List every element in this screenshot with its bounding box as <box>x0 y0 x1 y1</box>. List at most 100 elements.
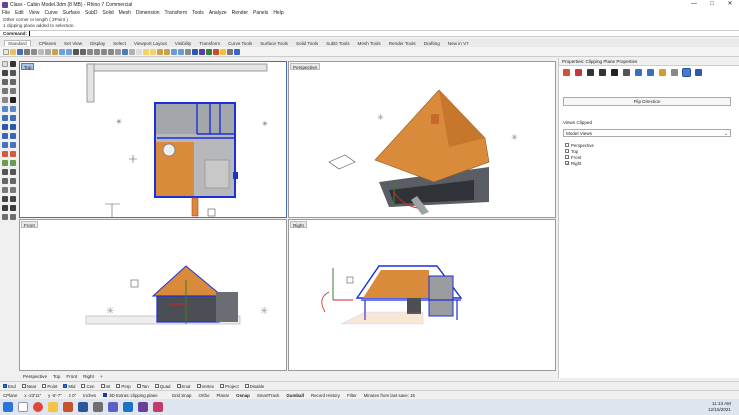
viewport-label-right[interactable]: Right <box>290 221 307 228</box>
offset-tool-icon[interactable] <box>10 106 16 112</box>
osnap-point[interactable]: Point <box>42 384 57 389</box>
rotate-view-icon[interactable] <box>80 48 86 55</box>
undo-icon[interactable] <box>59 48 65 55</box>
zoom-extents-icon[interactable] <box>101 48 107 55</box>
lock-icon[interactable] <box>157 48 163 55</box>
osnap-perp[interactable]: Perp <box>116 384 131 389</box>
osnap-tan[interactable]: Tan <box>136 384 149 389</box>
material-icon[interactable] <box>213 48 219 55</box>
boolean-union-icon[interactable] <box>2 151 8 157</box>
mesh-tool-icon[interactable] <box>2 160 8 166</box>
tab-render-tools[interactable]: Render Tools <box>389 41 416 46</box>
units-indicator[interactable]: Inches <box>83 393 96 398</box>
osnap-quad[interactable]: Quad <box>154 384 171 389</box>
analyze-tool-icon[interactable] <box>10 214 16 220</box>
menu-help[interactable]: Help <box>273 10 283 16</box>
clipping-plane-properties-icon[interactable] <box>682 68 691 77</box>
tab-solid-tools[interactable]: Solid Tools <box>296 41 318 46</box>
command-line[interactable]: Command: <box>0 30 739 37</box>
rhino-taskbar-icon-2[interactable] <box>153 402 163 412</box>
osnap-project[interactable]: Project <box>220 384 239 389</box>
four-view-icon[interactable] <box>122 48 128 55</box>
viewport-label-perspective[interactable]: Perspective <box>290 63 321 70</box>
chrome-icon[interactable] <box>33 402 43 412</box>
rhino-taskbar-icon[interactable] <box>138 402 148 412</box>
teams-icon[interactable] <box>108 402 118 412</box>
zoom-icon[interactable] <box>87 48 93 55</box>
wireframe-icon[interactable] <box>185 48 191 55</box>
tab-visibility[interactable]: Visibility <box>175 41 192 46</box>
flip-direction-button[interactable]: Flip Direction <box>563 97 731 106</box>
vp-tab-perspective[interactable]: Perspective <box>23 374 47 379</box>
new-file-icon[interactable] <box>3 48 9 55</box>
settings-icon[interactable] <box>93 402 103 412</box>
search-icon[interactable] <box>18 402 28 412</box>
select-icon[interactable] <box>136 48 142 55</box>
mirror-tool-icon[interactable] <box>2 187 8 193</box>
menu-dimension[interactable]: Dimension <box>136 10 160 16</box>
ellipse-tool-icon[interactable] <box>2 88 8 94</box>
render-properties-icon[interactable] <box>647 69 654 76</box>
osnap-end[interactable]: End <box>3 384 16 389</box>
join-tool-icon[interactable] <box>2 205 8 211</box>
dimension-tool-icon[interactable] <box>2 214 8 220</box>
tab-transform[interactable]: Transform <box>199 41 220 46</box>
explode-tool-icon[interactable] <box>10 205 16 211</box>
grid-snap-toggle[interactable]: Grid Snap <box>172 393 192 398</box>
undo-view-icon[interactable] <box>115 48 121 55</box>
tab-subd-tools[interactable]: SubD Tools <box>326 41 349 46</box>
copy-tool-icon[interactable] <box>10 169 16 175</box>
fillet-tool-icon[interactable] <box>2 106 8 112</box>
menu-file[interactable]: File <box>2 10 10 16</box>
trim-tool-icon[interactable] <box>2 196 8 202</box>
cube-properties-icon[interactable] <box>695 69 702 76</box>
tab-standard[interactable]: Standard <box>4 40 31 46</box>
pan-icon[interactable] <box>73 48 79 55</box>
osnap-vertex[interactable]: Vertex <box>196 384 214 389</box>
viewport-label-front[interactable]: Front <box>21 221 38 228</box>
top-viewport[interactable]: ✳ ✳ Top <box>19 61 287 218</box>
add-viewport-tab[interactable]: + <box>100 374 103 379</box>
material-properties-icon[interactable] <box>575 69 582 76</box>
polyline-tool-icon[interactable] <box>2 70 8 76</box>
texture-mapping-icon[interactable] <box>635 69 642 76</box>
tab-mesh-tools[interactable]: Mesh Tools <box>358 41 381 46</box>
tab-select[interactable]: Select <box>113 41 126 46</box>
tab-surface-tools[interactable]: Surface Tools <box>260 41 288 46</box>
subd-tool-icon[interactable] <box>10 160 16 166</box>
polygon-tool-icon[interactable] <box>2 97 8 103</box>
gumball-toggle[interactable]: Gumball <box>286 393 304 398</box>
text-tool-icon[interactable] <box>10 97 16 103</box>
array-tool-icon[interactable] <box>10 187 16 193</box>
sphere-tool-icon[interactable] <box>10 133 16 139</box>
menu-panels[interactable]: Panels <box>253 10 268 16</box>
tab-drafting[interactable]: Drafting <box>424 41 440 46</box>
circle-tool-icon[interactable] <box>2 79 8 85</box>
color-wheel-icon[interactable] <box>659 69 666 76</box>
menu-subd[interactable]: SubD <box>85 10 98 16</box>
redo-icon[interactable] <box>66 48 72 55</box>
maximize-button[interactable]: □ <box>703 0 721 9</box>
paste-icon[interactable] <box>52 48 58 55</box>
object-properties-icon[interactable] <box>563 69 570 76</box>
help-icon[interactable] <box>234 48 240 55</box>
powerpoint-icon[interactable] <box>63 402 73 412</box>
zoom-selected-icon[interactable] <box>108 48 114 55</box>
word-icon[interactable] <box>78 402 88 412</box>
point-tool-icon[interactable] <box>10 61 16 67</box>
arc-tool-icon[interactable] <box>10 79 16 85</box>
boolean-difference-icon[interactable] <box>10 151 16 157</box>
rectangle-tool-icon[interactable] <box>10 88 16 94</box>
import-icon[interactable] <box>31 48 37 55</box>
tab-set-view[interactable]: Set View <box>64 41 82 46</box>
mail-icon[interactable] <box>123 402 133 412</box>
osnap-int[interactable]: Int <box>100 384 110 389</box>
layer-icon[interactable] <box>171 48 177 55</box>
camera-properties-icon[interactable] <box>599 69 606 76</box>
system-clock[interactable]: 11:13 AM 12/15/2021 <box>708 401 731 413</box>
menu-transform[interactable]: Transform <box>165 10 188 16</box>
show-icon[interactable] <box>150 48 156 55</box>
current-layer[interactable]: 3D Extras::clipping plane <box>103 393 165 398</box>
close-button[interactable]: ✕ <box>721 0 739 9</box>
front-viewport[interactable]: ✳ ✳ Front <box>19 219 287 371</box>
